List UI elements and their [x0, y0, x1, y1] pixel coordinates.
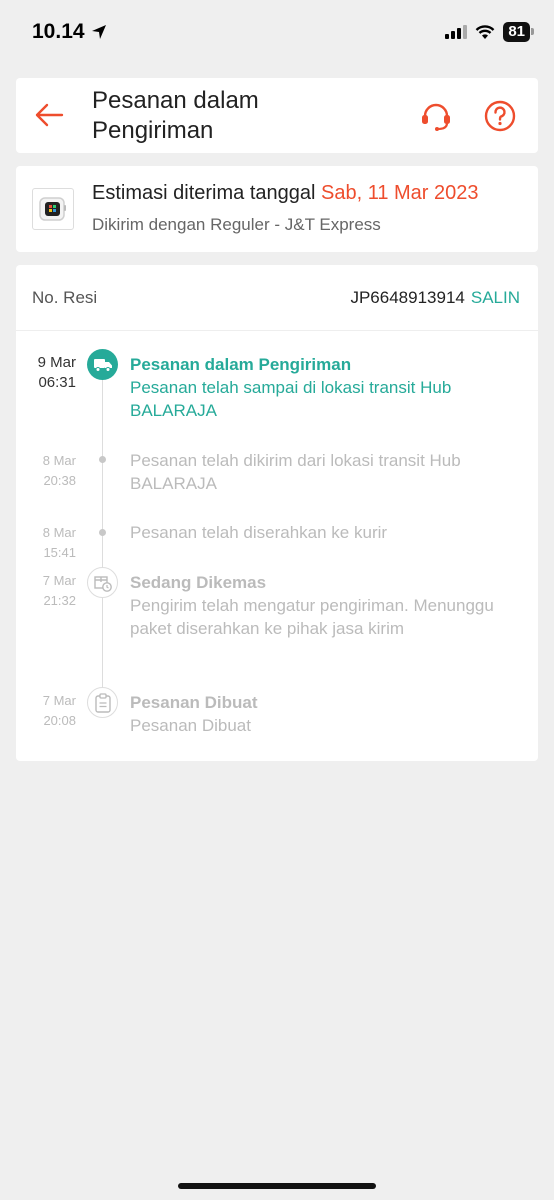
status-indicators: 81 — [445, 22, 534, 42]
event-time: 20:08 — [43, 713, 76, 728]
header-bar: Pesanan dalam Pengiriman — [16, 78, 538, 153]
estimate-line: Estimasi diterima tanggal Sab, 11 Mar 20… — [92, 182, 479, 205]
back-arrow-icon — [35, 103, 64, 127]
event-datetime: 8 Mar 20:38 — [16, 451, 76, 491]
copy-resi-button[interactable]: SALIN — [471, 288, 520, 307]
event-datetime: 7 Mar 20:08 — [16, 691, 76, 731]
event-marker-active — [87, 349, 118, 380]
event-datetime: 8 Mar 15:41 — [16, 523, 76, 563]
back-button[interactable] — [32, 98, 66, 132]
watch-icon — [39, 197, 66, 221]
event-content: Pesanan telah dikirim dari lokasi transi… — [130, 449, 520, 495]
event-content: Pesanan telah diserahkan ke kurir — [130, 521, 520, 544]
event-content: Pesanan Dibuat Pesanan Dibuat — [130, 691, 520, 737]
event-marker — [87, 567, 118, 598]
help-button[interactable] — [480, 96, 520, 136]
headset-icon — [422, 103, 450, 131]
location-arrow-icon — [91, 25, 106, 39]
delivery-estimate-card: Estimasi diterima tanggal Sab, 11 Mar 20… — [16, 166, 538, 252]
battery-indicator: 81 — [503, 22, 534, 42]
signal-icon — [445, 25, 468, 39]
event-time: 06:31 — [38, 374, 76, 391]
truck-icon — [93, 358, 112, 372]
wifi-icon — [475, 24, 495, 39]
resi-label: No. Resi — [32, 288, 98, 307]
status-bar: 10.14 81 — [0, 0, 554, 66]
help-icon — [484, 100, 516, 132]
event-title: Sedang Dikemas — [130, 573, 267, 592]
page-title: Pesanan dalam Pengiriman — [92, 87, 259, 144]
shipping-info: Dikirim dengan Reguler - J&T Express — [92, 215, 381, 234]
event-description: Pesanan telah diserahkan ke kurir — [130, 523, 388, 542]
status-time-text: 10.14 — [32, 20, 85, 43]
event-description: Pengirim telah mengatur pengiriman. Menu… — [130, 596, 494, 638]
event-date: 8 Mar — [42, 453, 76, 468]
event-date: 9 Mar — [37, 354, 76, 371]
event-date: 7 Mar — [42, 693, 76, 708]
resi-row: No. Resi JP6648913914 SALIN — [16, 265, 538, 331]
event-dot — [99, 529, 106, 536]
event-title: Pesanan Dibuat — [130, 693, 258, 712]
event-dot — [99, 456, 106, 463]
event-description: Pesanan Dibuat — [130, 716, 251, 735]
package-clock-icon — [93, 575, 112, 592]
event-datetime: 9 Mar 06:31 — [16, 353, 76, 393]
event-date: 7 Mar — [42, 573, 76, 588]
event-content: Pesanan dalam Pengiriman Pesanan telah s… — [130, 353, 520, 422]
status-time: 10.14 — [32, 20, 107, 44]
resi-value: JP6648913914 SALIN — [350, 288, 520, 308]
event-time: 20:38 — [43, 473, 76, 488]
event-content: Sedang Dikemas Pengirim telah mengatur p… — [130, 571, 520, 640]
event-description: Pesanan telah dikirim dari lokasi transi… — [130, 451, 461, 493]
product-thumbnail — [32, 188, 74, 230]
estimate-date: Sab, 11 Mar 2023 — [321, 182, 479, 204]
resi-number: JP6648913914 — [350, 288, 465, 307]
customer-support-button[interactable] — [416, 96, 456, 136]
event-datetime: 7 Mar 21:32 — [16, 571, 76, 611]
home-indicator[interactable] — [178, 1183, 376, 1189]
tracking-card: No. Resi JP6648913914 SALIN 9 Mar 06:31 P… — [16, 265, 538, 761]
event-time: 21:32 — [43, 593, 76, 608]
event-title: Pesanan dalam Pengiriman — [130, 355, 352, 374]
event-description: Pesanan telah sampai di lokasi transit H… — [130, 378, 452, 420]
event-time: 15:41 — [43, 545, 76, 560]
estimate-label: Estimasi diterima tanggal — [92, 182, 316, 204]
event-marker — [87, 687, 118, 718]
clipboard-icon — [94, 692, 111, 713]
event-date: 8 Mar — [42, 525, 76, 540]
